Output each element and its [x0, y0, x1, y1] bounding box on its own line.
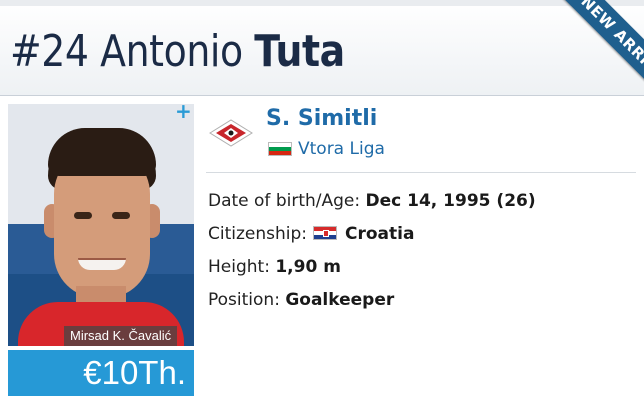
player-photo[interactable]: Mirsad K. Čavalić	[8, 104, 194, 346]
position-value: Goalkeeper	[285, 290, 395, 310]
position-row: Position: Goalkeeper	[208, 287, 394, 313]
new-arrival-ribbon: NEW ARRIVAL	[514, 0, 644, 110]
shirt-number: #24	[10, 26, 89, 77]
first-name: Antonio	[100, 26, 243, 77]
league-link[interactable]: Vtora Liga	[298, 136, 385, 162]
new-arrival-label: NEW ARRIVAL	[549, 0, 644, 110]
player-title: #24 Antonio Tuta	[10, 26, 345, 78]
height-value: 1,90 m	[275, 257, 341, 277]
bulgaria-flag-icon	[268, 142, 292, 156]
dob-row: Date of birth/Age: Dec 14, 1995 (26)	[208, 188, 536, 214]
position-label: Position:	[208, 290, 280, 310]
citizenship-value[interactable]: Croatia	[345, 224, 414, 244]
croatia-flag-icon	[313, 226, 338, 240]
height-label: Height:	[208, 257, 270, 277]
divider	[206, 172, 636, 173]
dob-label: Date of birth/Age:	[208, 191, 361, 211]
club-name-link[interactable]: S. Simitli	[266, 104, 377, 134]
height-row: Height: 1,90 m	[208, 254, 341, 280]
citizenship-label: Citizenship:	[208, 224, 308, 244]
market-value[interactable]: €10Th.	[8, 350, 194, 396]
citizenship-row: Citizenship: Croatia	[208, 221, 414, 247]
plus-icon[interactable]: +	[175, 101, 192, 121]
last-name: Tuta	[254, 26, 345, 77]
club-crest-icon[interactable]	[208, 118, 254, 148]
dob-value: Dec 14, 1995 (26)	[365, 191, 536, 211]
photo-credit: Mirsad K. Čavalić	[64, 326, 178, 346]
